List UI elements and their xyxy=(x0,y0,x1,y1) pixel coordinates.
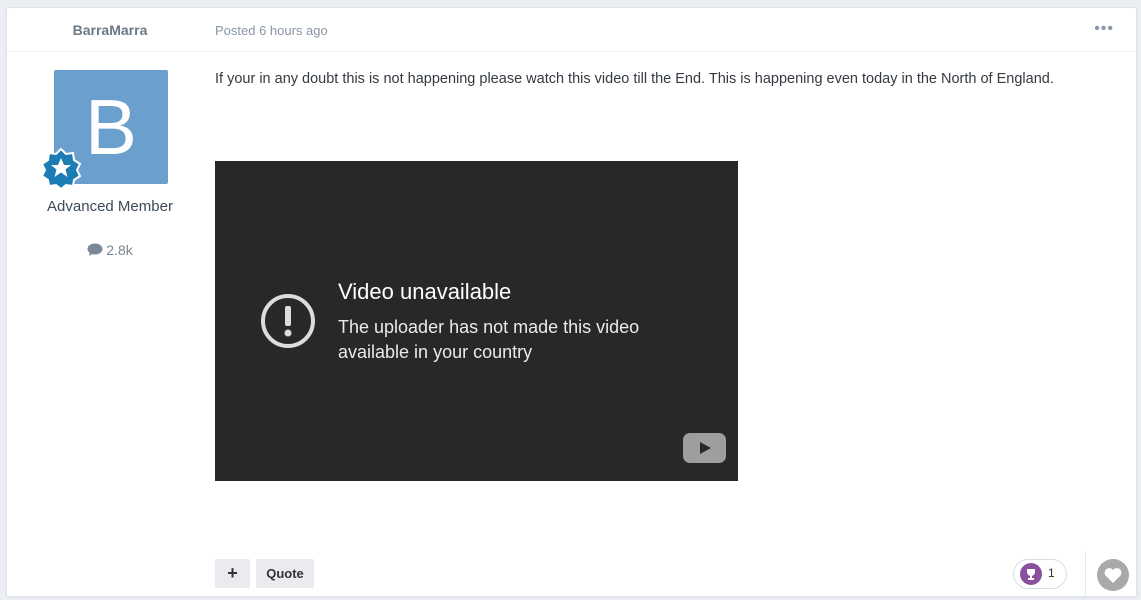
post-count: 2.8k xyxy=(7,242,213,258)
heart-icon[interactable] xyxy=(1097,559,1129,591)
reaction-count: 1 xyxy=(1048,566,1055,580)
multiquote-plus-button[interactable]: + xyxy=(215,559,250,588)
forum-post: BarraMarra Posted 6 hours ago ••• B Adva… xyxy=(6,7,1137,597)
post-body: If your in any doubt this is not happeni… xyxy=(215,71,1054,87)
rank-star-badge-icon xyxy=(40,148,82,190)
divider xyxy=(1085,551,1086,596)
post-count-value: 2.8k xyxy=(106,242,133,258)
more-options-icon[interactable]: ••• xyxy=(1094,20,1114,38)
video-embed[interactable]: Video unavailable The uploader has not m… xyxy=(215,161,738,481)
post-date[interactable]: Posted 6 hours ago xyxy=(215,23,328,38)
video-message: The uploader has not made this video ava… xyxy=(338,317,640,362)
trophy-icon xyxy=(1020,563,1042,585)
quote-button[interactable]: Quote xyxy=(256,559,314,588)
reaction-count-pill[interactable]: 1 xyxy=(1013,559,1067,589)
author-name[interactable]: BarraMarra xyxy=(7,22,213,38)
rank-title: Advanced Member xyxy=(47,198,173,215)
comment-icon xyxy=(87,243,103,256)
video-title: Video unavailable xyxy=(338,279,512,304)
alert-icon xyxy=(261,294,315,348)
post-header: BarraMarra Posted 6 hours ago ••• xyxy=(7,8,1136,52)
youtube-logo-icon[interactable] xyxy=(683,433,726,463)
